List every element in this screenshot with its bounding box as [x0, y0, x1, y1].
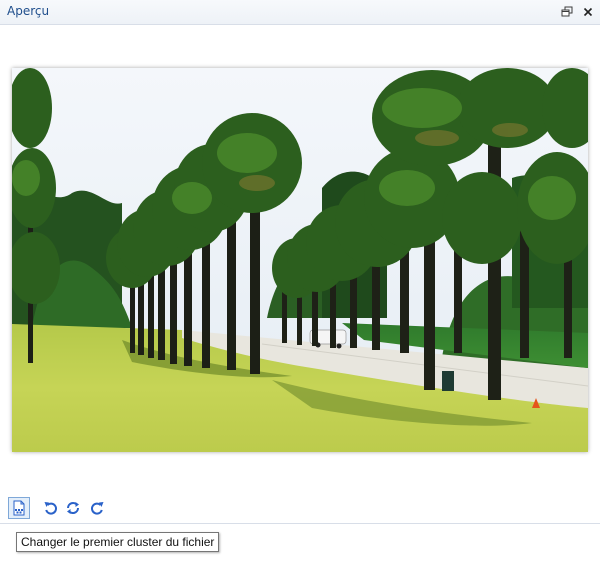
rotate-right-button[interactable] [86, 497, 108, 519]
rotate-both-button[interactable] [62, 497, 84, 519]
change-cluster-button[interactable] [8, 497, 30, 519]
tooltip: Changer le premier cluster du fichier [16, 532, 220, 552]
change-cluster-icon [13, 500, 25, 516]
rotate-both-icon [67, 502, 79, 514]
palm-lined-road-photo [12, 68, 588, 452]
panel-titlebar: Aperçu [0, 0, 600, 25]
panel-title: Aperçu [7, 4, 50, 18]
rotate-left-button[interactable] [40, 497, 62, 519]
close-icon[interactable] [581, 5, 595, 19]
image-preview [12, 68, 588, 452]
rotate-left-icon [44, 502, 57, 515]
rotate-right-icon [91, 502, 104, 515]
toolbar-divider [0, 523, 600, 524]
undock-icon[interactable] [560, 5, 574, 19]
